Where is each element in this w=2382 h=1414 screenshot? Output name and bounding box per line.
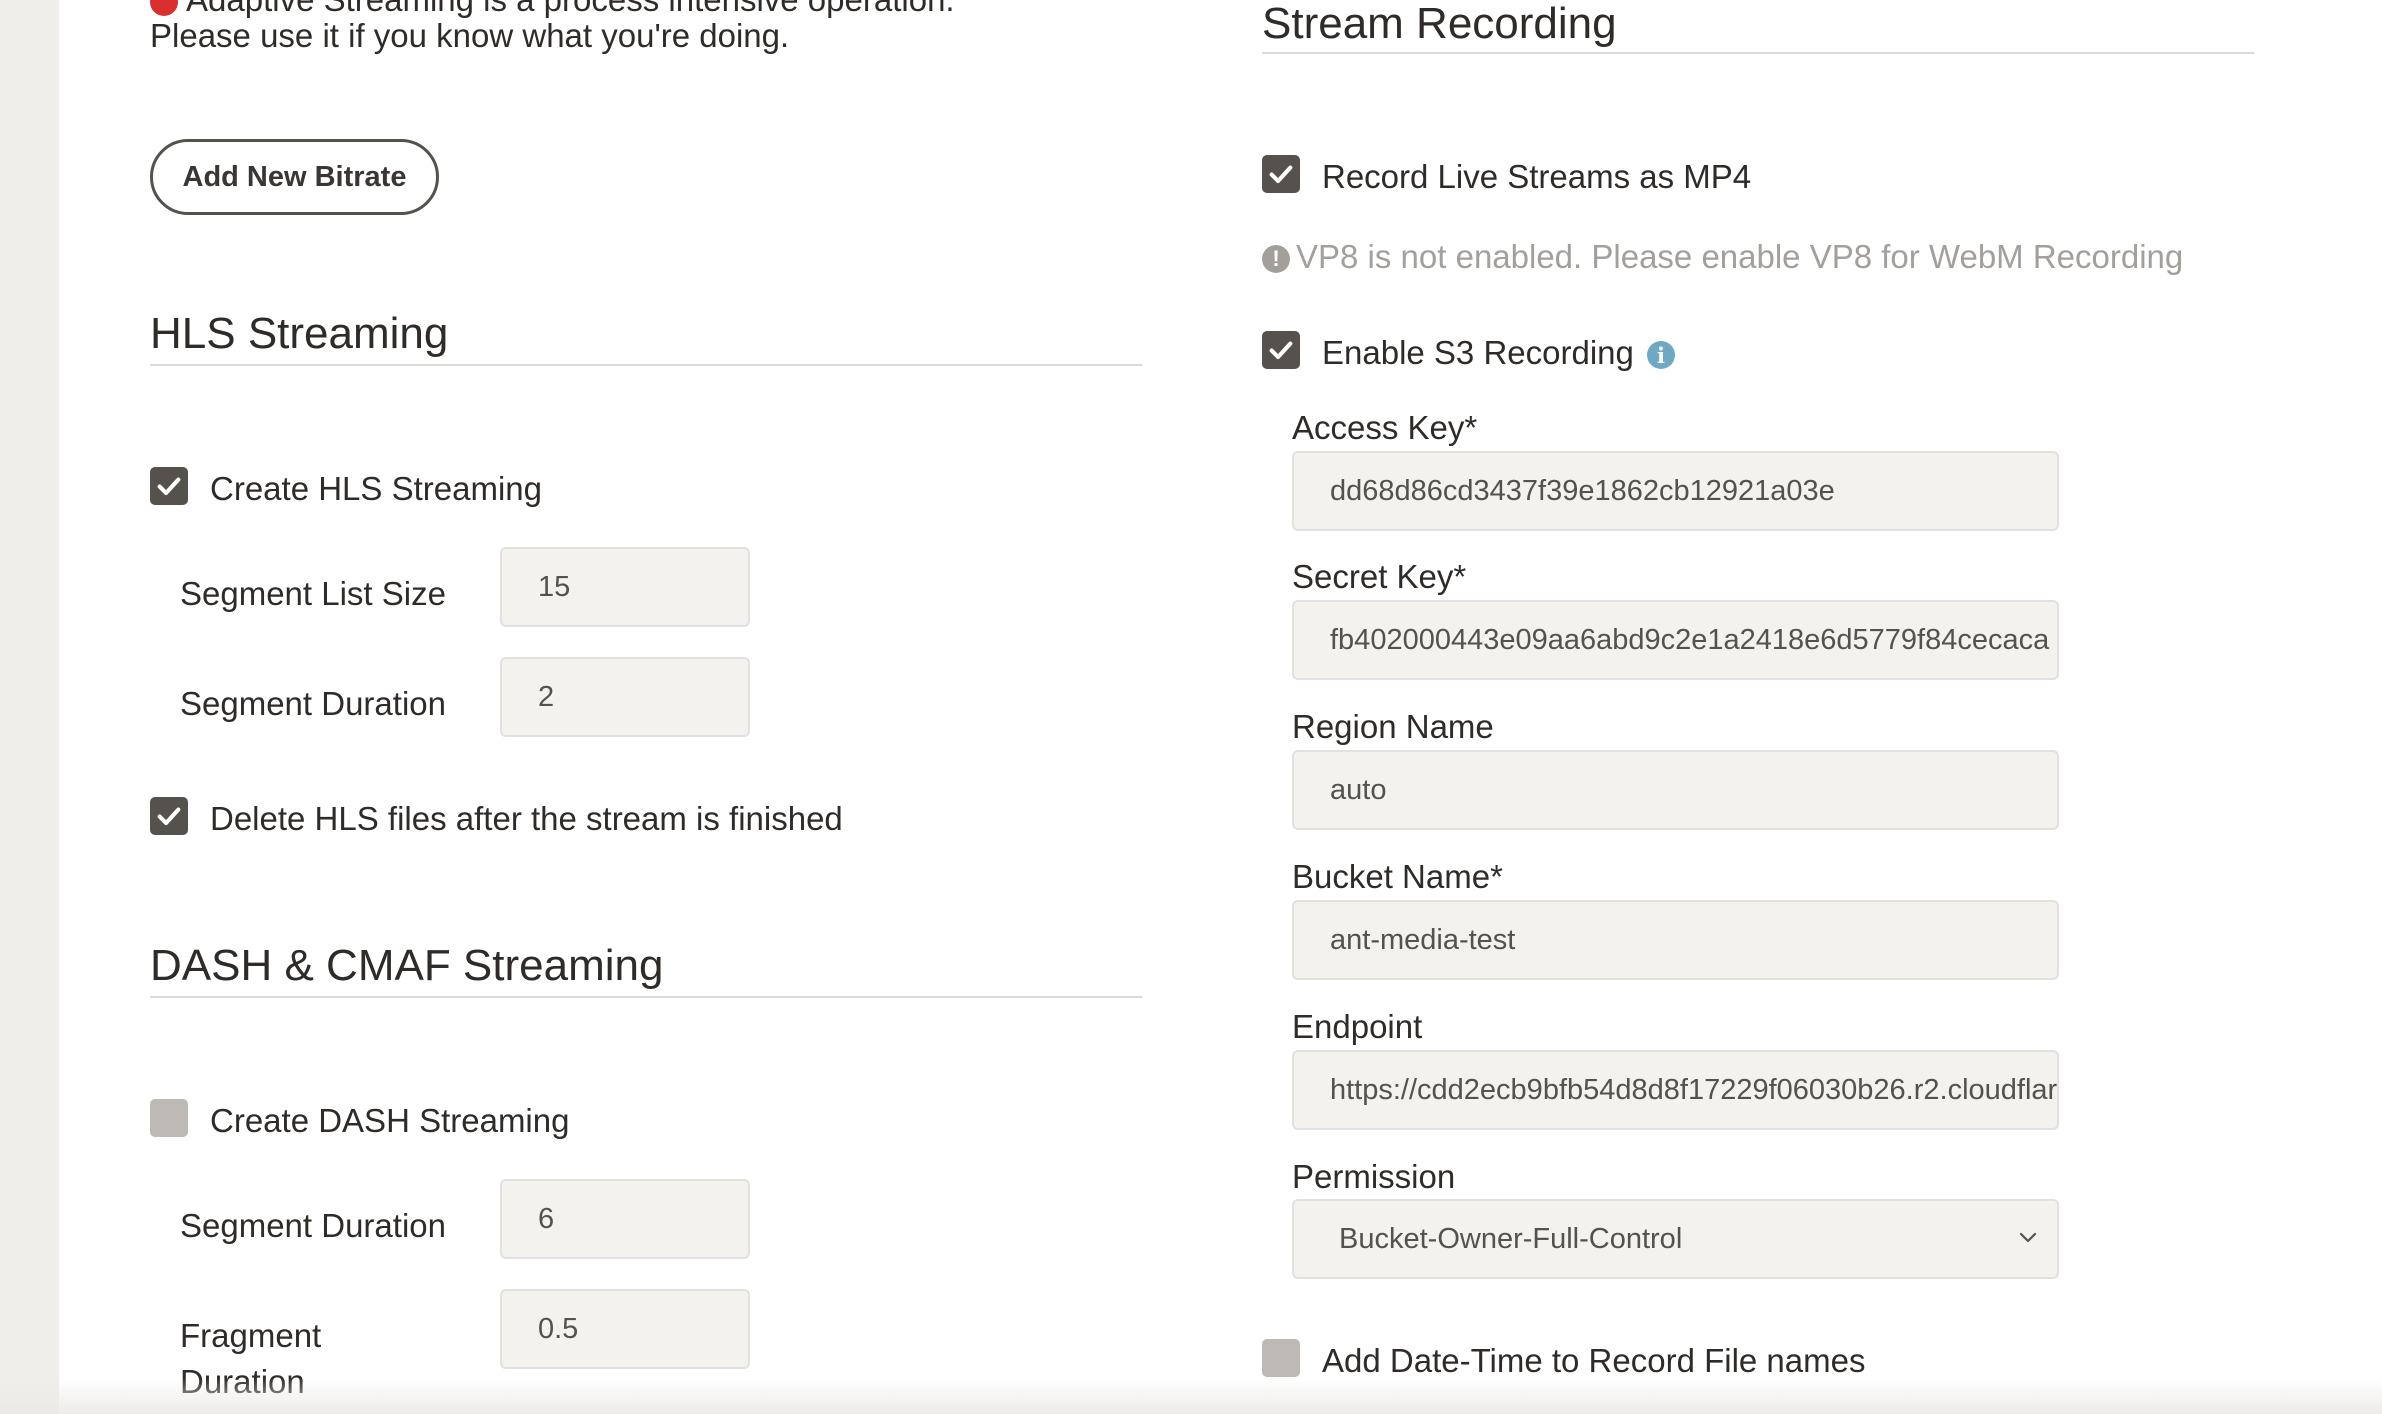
check-icon [1269, 165, 1293, 184]
s3-recording-label: Enable S3 Recording i [1322, 333, 1676, 373]
add-new-bitrate-button[interactable]: Add New Bitrate [150, 139, 439, 215]
create-dash-checkbox[interactable] [150, 1099, 188, 1137]
exclamation-icon: ! [1262, 245, 1290, 274]
region-name-input[interactable]: auto [1292, 750, 2059, 830]
access-key-input[interactable]: dd68d86cd3437f39e1862cb12921a03e [1292, 451, 2059, 531]
warning-line-2: Please use it if you know what you're do… [150, 17, 790, 54]
info-icon[interactable]: i [1647, 341, 1676, 370]
delete-hls-files-label: Delete HLS files after the stream is fin… [210, 800, 843, 837]
access-key-label: Access Key* [1292, 409, 1478, 446]
create-hls-checkbox[interactable] [150, 467, 188, 505]
secret-key-input[interactable]: fb402000443e09aa6abd9c2e1a2418e6d5779f84… [1292, 600, 2059, 680]
endpoint-label: Endpoint [1292, 1008, 1423, 1045]
dash-section-title: DASH & CMAF Streaming [150, 941, 664, 990]
bucket-name-input[interactable]: ant-media-test [1292, 900, 2059, 980]
warning-icon [150, 0, 178, 17]
secret-key-label: Secret Key* [1292, 558, 1467, 595]
record-mp4-label: Record Live Streams as MP4 [1322, 158, 1752, 195]
vp8-notice: ! VP8 is not enabled. Please enable VP8 f… [1262, 237, 2183, 277]
fragment-duration-input[interactable]: 0.5 [500, 1289, 750, 1369]
stream-recording-title: Stream Recording [1262, 0, 1617, 48]
bucket-name-label: Bucket Name* [1292, 858, 1503, 895]
segment-list-size-label: Segment List Size [180, 575, 446, 612]
vp8-notice-text: VP8 is not enabled. Please enable VP8 fo… [1296, 238, 2184, 275]
hls-segment-duration-input[interactable]: 2 [500, 657, 750, 737]
datetime-filename-label: Add Date-Time to Record File names [1322, 1342, 1866, 1379]
s3-recording-label-text: Enable S3 Recording [1322, 334, 1634, 371]
datetime-filename-checkbox[interactable] [1262, 1339, 1300, 1377]
check-icon [157, 807, 181, 826]
segment-list-size-input[interactable]: 15 [500, 547, 750, 627]
check-icon [157, 477, 181, 496]
endpoint-input[interactable]: https://cdd2ecb9bfb54d8d8f17229f06030b26… [1292, 1050, 2059, 1130]
hls-divider [150, 364, 1142, 366]
chevron-down-icon [2019, 1232, 2037, 1243]
create-hls-label: Create HLS Streaming [210, 470, 542, 507]
permission-select[interactable]: Bucket-Owner-Full-Control [1292, 1199, 2059, 1279]
dash-segment-duration-input[interactable]: 6 [500, 1179, 750, 1259]
create-dash-label: Create DASH Streaming [210, 1102, 570, 1139]
fragment-duration-label-1: Fragment [180, 1317, 322, 1354]
bottom-edge-shadow [0, 1378, 2382, 1414]
s3-recording-checkbox[interactable] [1262, 331, 1300, 369]
recording-divider [1262, 52, 2254, 54]
hls-segment-duration-label: Segment Duration [180, 685, 446, 722]
delete-hls-files-checkbox[interactable] [150, 797, 188, 835]
permission-label: Permission [1292, 1158, 1456, 1195]
region-name-label: Region Name [1292, 708, 1494, 745]
check-icon [1269, 341, 1293, 360]
hls-section-title: HLS Streaming [150, 309, 449, 358]
dash-segment-duration-label: Segment Duration [180, 1207, 446, 1244]
dash-divider [150, 996, 1142, 998]
permission-selected-value: Bucket-Owner-Full-Control [1339, 1222, 1683, 1255]
record-mp4-checkbox[interactable] [1262, 155, 1300, 193]
